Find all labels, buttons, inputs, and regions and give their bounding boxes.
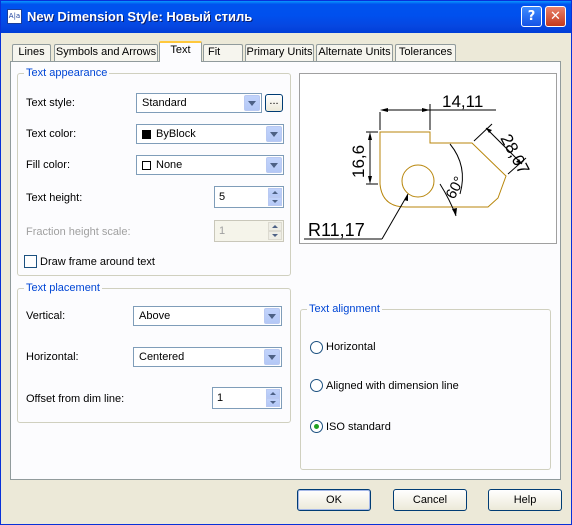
text-style-select[interactable]: Standard	[136, 93, 262, 113]
spin-up-icon	[268, 222, 282, 231]
alignment-horizontal-label[interactable]: Horizontal	[326, 341, 376, 353]
dimension-style-app-icon: A|a	[7, 9, 22, 24]
leader-line	[381, 193, 409, 240]
tab-tolerances[interactable]: Tolerances	[395, 44, 456, 61]
text-style-label: Text style:	[26, 97, 75, 109]
text-height-value: 5	[219, 191, 226, 203]
chevron-down-icon[interactable]	[264, 308, 280, 324]
text-placement-title: Text placement	[24, 282, 102, 294]
hole-circle	[401, 164, 435, 198]
fill-color-value: None	[156, 159, 183, 171]
horizontal-value: Centered	[139, 351, 185, 363]
offset-from-dim-line-value: 1	[217, 392, 224, 404]
horizontal-select[interactable]: Centered	[133, 347, 282, 367]
spin-down-icon[interactable]	[266, 398, 280, 407]
offset-from-dim-line-spinner[interactable]: 1	[212, 387, 282, 409]
text-alignment-title: Text alignment	[307, 303, 382, 315]
arrowhead-icon	[486, 128, 492, 133]
alignment-aligned-label[interactable]: Aligned with dimension line	[326, 380, 459, 392]
arrowhead-icon	[368, 132, 372, 140]
vertical-label: Vertical:	[26, 310, 66, 322]
chevron-down-icon[interactable]	[266, 126, 282, 142]
spin-down-icon	[268, 231, 282, 240]
draw-frame-checkbox[interactable]	[24, 255, 37, 268]
tab-fit[interactable]: Fit	[203, 44, 243, 61]
arrowhead-icon	[368, 176, 372, 184]
dimension-preview-drawing: 14,11 16,6 28,07 60° R11,17	[304, 92, 533, 240]
fraction-height-scale-label: Fraction height scale:	[26, 226, 131, 238]
offset-from-dim-line-label: Offset from dim line:	[26, 393, 125, 405]
horizontal-label: Horizontal:	[26, 351, 79, 363]
dimension-text-right: 28,07	[496, 131, 533, 177]
dimension-style-dialog: A|a New Dimension Style: Новый стиль ? ✕…	[0, 0, 572, 525]
fraction-height-scale-spinner: 1	[214, 220, 284, 242]
vertical-value: Above	[139, 310, 171, 322]
text-color-label: Text color:	[26, 128, 77, 140]
chevron-down-icon[interactable]	[264, 349, 280, 365]
alignment-horizontal-radio[interactable]	[310, 341, 323, 354]
tab-primary-units[interactable]: Primary Units	[245, 44, 314, 61]
dimension-text-radius: R11,17	[308, 220, 365, 240]
alignment-iso-standard-radio[interactable]	[310, 420, 323, 433]
arrowhead-icon	[380, 108, 388, 112]
text-color-value: ByBlock	[156, 128, 196, 140]
arrowhead-icon	[422, 108, 430, 112]
fill-color-label: Fill color:	[26, 159, 71, 171]
title-help-button[interactable]: ?	[521, 6, 542, 27]
vertical-select[interactable]: Above	[133, 306, 282, 326]
tab-text[interactable]: Text	[159, 41, 202, 62]
text-style-value: Standard	[142, 97, 187, 109]
text-height-label: Text height:	[26, 192, 83, 204]
ok-button[interactable]: OK	[297, 489, 371, 511]
dimension-text-angle: 60°	[443, 174, 469, 202]
help-button[interactable]: Help	[488, 489, 562, 511]
dimension-preview: 14,11 16,6 28,07 60° R11,17	[299, 73, 557, 244]
text-color-select[interactable]: ByBlock	[136, 124, 284, 144]
text-appearance-title: Text appearance	[24, 67, 110, 79]
chevron-down-icon[interactable]	[244, 95, 260, 111]
window-title: New Dimension Style: Новый стиль	[27, 9, 253, 24]
spin-up-icon[interactable]	[266, 389, 280, 398]
draw-frame-label[interactable]: Draw frame around text	[40, 256, 155, 268]
cancel-button[interactable]: Cancel	[393, 489, 467, 511]
dimension-text-top: 14,11	[442, 92, 483, 111]
color-swatch-icon	[142, 130, 151, 139]
text-style-browse-button[interactable]: ...	[265, 94, 283, 112]
tab-symbols-and-arrows[interactable]: Symbols and Arrows	[54, 44, 158, 61]
arrowhead-icon	[404, 194, 408, 201]
tab-lines[interactable]: Lines	[12, 44, 51, 61]
part-outline	[379, 131, 507, 208]
tab-alternate-units[interactable]: Alternate Units	[316, 44, 393, 61]
alignment-iso-standard-label[interactable]: ISO standard	[326, 421, 391, 433]
spin-down-icon[interactable]	[268, 197, 282, 206]
alignment-aligned-radio[interactable]	[310, 379, 323, 392]
title-bar[interactable]: A|a New Dimension Style: Новый стиль ? ✕	[1, 1, 571, 33]
chevron-down-icon[interactable]	[266, 157, 282, 173]
color-swatch-icon	[142, 161, 151, 170]
fraction-height-scale-value: 1	[219, 225, 226, 237]
title-close-button[interactable]: ✕	[545, 6, 566, 27]
fill-color-select[interactable]: None	[136, 155, 284, 175]
arrowhead-icon	[452, 208, 457, 216]
text-height-spinner[interactable]: 5	[214, 186, 284, 208]
dimension-text-left: 16,6	[349, 145, 368, 178]
spin-up-icon[interactable]	[268, 188, 282, 197]
